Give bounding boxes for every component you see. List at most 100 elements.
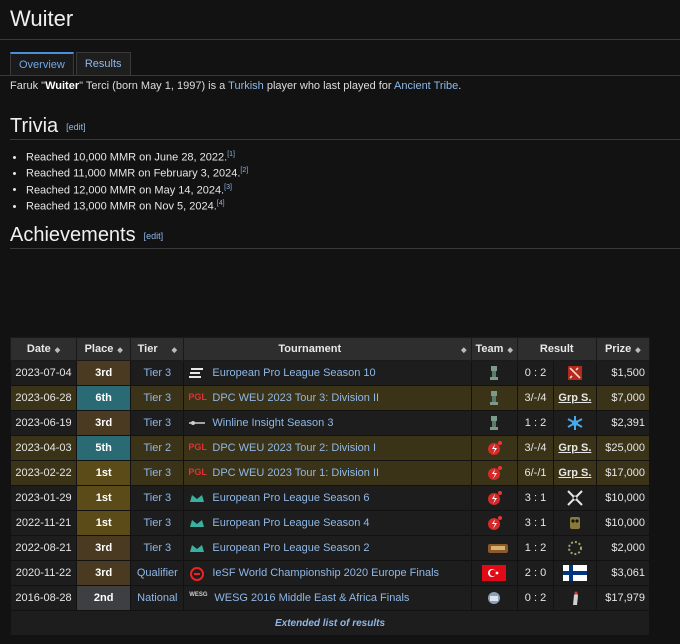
tournament-link[interactable]: DPC WEU 2023 Tour 3: Division II bbox=[212, 392, 379, 404]
trivia-item: Reached 11,000 MMR on February 3, 2024.[… bbox=[26, 163, 248, 181]
tournament-link[interactable]: DPC WEU 2023 Tour 1: Division II bbox=[212, 467, 379, 479]
trivia-heading: Trivia [edit] bbox=[10, 115, 86, 138]
table-row: 2023-07-04 3rd Tier 3 European Pro Leagu… bbox=[9, 360, 651, 386]
group-stage-link[interactable]: Grp S. bbox=[558, 392, 591, 404]
knight-team-icon[interactable] bbox=[566, 590, 584, 606]
snowflake-team-icon[interactable] bbox=[566, 415, 584, 431]
ancient-tribe-team-icon[interactable] bbox=[487, 390, 501, 406]
cell-tournament: PGL DPC WEU 2023 Tour 1: Division II bbox=[183, 460, 472, 486]
column-header-result[interactable]: Result bbox=[516, 337, 597, 361]
sort-icon[interactable]: ◆ bbox=[507, 347, 512, 354]
cell-tier[interactable]: Tier 3 bbox=[130, 385, 185, 411]
bolt-team-icon[interactable] bbox=[487, 515, 503, 531]
cell-tier[interactable]: Tier 3 bbox=[130, 535, 185, 561]
cell-place: 2nd bbox=[76, 585, 132, 611]
cell-tier[interactable]: Tier 3 bbox=[130, 360, 185, 386]
column-header-tier[interactable]: Tier ◆ bbox=[130, 337, 185, 361]
trivia-text: Reached 10,000 MMR on June 28, 2022. bbox=[26, 151, 228, 164]
epl-crown-logo-icon bbox=[188, 542, 206, 554]
ancient-tribe-team-icon[interactable] bbox=[487, 365, 501, 381]
cell-score: 3/-/4 bbox=[516, 385, 555, 411]
tournament-link[interactable]: WESG 2016 Middle East & Africa Finals bbox=[214, 592, 409, 604]
achievements-edit-link[interactable]: edit bbox=[146, 231, 161, 241]
dota-logo-icon[interactable] bbox=[566, 365, 584, 381]
table-row: 2023-06-19 3rd Tier 3 Winline Insight Se… bbox=[9, 410, 651, 436]
achievements-divider bbox=[10, 248, 680, 249]
tab-results[interactable]: Results bbox=[75, 52, 131, 76]
bolt-team-icon[interactable] bbox=[487, 465, 503, 481]
table-row: 2023-06-28 6th Tier 3 PGL DPC WEU 2023 To… bbox=[9, 385, 651, 411]
tournament-link[interactable]: European Pro League Season 6 bbox=[212, 492, 369, 504]
nationality-link[interactable]: Turkish bbox=[228, 80, 264, 92]
column-label: Result bbox=[539, 343, 574, 355]
iesf-logo-icon bbox=[188, 567, 206, 582]
sort-icon[interactable]: ◆ bbox=[172, 347, 177, 354]
team-link[interactable]: Ancient Tribe bbox=[394, 80, 458, 92]
hydra-team-icon[interactable] bbox=[487, 540, 509, 556]
cell-date: 2020-11-22 bbox=[9, 560, 78, 586]
cell-tier[interactable]: Qualifier bbox=[130, 560, 185, 586]
trivia-text: Reached 11,000 MMR on February 3, 2024. bbox=[26, 168, 241, 181]
bolt-team-icon[interactable] bbox=[487, 440, 503, 456]
cell-team bbox=[470, 435, 518, 461]
tournament-link[interactable]: European Pro League Season 10 bbox=[212, 367, 375, 379]
bolt-team-icon[interactable] bbox=[487, 490, 503, 506]
cell-tier[interactable]: Tier 2 bbox=[130, 435, 185, 461]
cell-place: 3rd bbox=[76, 360, 132, 386]
ancient-tribe-team-icon[interactable] bbox=[487, 415, 501, 431]
cell-opponent: Grp S. bbox=[553, 460, 597, 486]
turkey-flag-icon[interactable] bbox=[482, 565, 507, 581]
tournament-link[interactable]: IeSF World Championship 2020 Europe Fina… bbox=[212, 567, 439, 579]
owl-team-icon[interactable] bbox=[566, 515, 584, 531]
cell-place: 1st bbox=[76, 460, 132, 486]
column-header-tournament[interactable]: Tournament ◆ bbox=[183, 337, 472, 361]
trivia-item: Reached 13,000 MMR on Nov 5, 2024.[4] bbox=[26, 196, 248, 213]
table-row: 2022-08-21 3rd Tier 3 European Pro Leagu… bbox=[9, 535, 651, 561]
reference-link[interactable]: [2] bbox=[240, 167, 248, 174]
tabs-divider bbox=[0, 75, 680, 76]
column-header-team[interactable]: Team ◆ bbox=[470, 337, 518, 361]
group-stage-link[interactable]: Grp S. bbox=[558, 467, 591, 479]
reference-link[interactable]: [3] bbox=[224, 184, 232, 191]
cell-tier[interactable]: Tier 3 bbox=[130, 410, 185, 436]
cell-place: 6th bbox=[76, 385, 132, 411]
crossed-swords-team-icon[interactable] bbox=[566, 490, 584, 506]
tournament-link[interactable]: DPC WEU 2023 Tour 2: Division I bbox=[212, 442, 376, 454]
column-header-prize[interactable]: Prize ◆ bbox=[595, 337, 651, 361]
cell-team bbox=[470, 585, 518, 611]
tab-overview[interactable]: Overview bbox=[10, 52, 74, 76]
table-row: 2023-02-22 1st Tier 3 PGL DPC WEU 2023 To… bbox=[9, 460, 651, 486]
cell-tier[interactable]: Tier 3 bbox=[130, 485, 185, 511]
cell-tournament: Winline Insight Season 3 bbox=[183, 410, 472, 436]
tournament-link[interactable]: Winline Insight Season 3 bbox=[212, 417, 333, 429]
sort-icon[interactable]: ◆ bbox=[461, 347, 466, 354]
sort-icon[interactable]: ◆ bbox=[55, 347, 60, 354]
column-header-place[interactable]: Place ◆ bbox=[76, 337, 132, 361]
cell-place: 3rd bbox=[76, 535, 132, 561]
national-team-icon[interactable] bbox=[484, 590, 504, 606]
group-stage-link[interactable]: Grp S. bbox=[558, 442, 591, 454]
sort-icon[interactable]: ◆ bbox=[635, 347, 640, 354]
sort-icon[interactable]: ◆ bbox=[117, 347, 122, 354]
cell-opponent bbox=[553, 560, 597, 586]
extended-results-link[interactable]: Extended list of results bbox=[10, 610, 650, 636]
column-header-date[interactable]: Date ◆ bbox=[9, 337, 78, 361]
dotted-ring-team-icon[interactable] bbox=[566, 540, 584, 556]
trivia-item: Reached 10,000 MMR on June 28, 2022.[1] bbox=[26, 147, 248, 164]
reference-link[interactable]: [1] bbox=[227, 151, 235, 158]
table-row: 2023-01-29 1st Tier 3 European Pro Leagu… bbox=[9, 485, 651, 511]
cell-prize: $17,979 bbox=[595, 585, 651, 611]
cell-tier[interactable]: Tier 3 bbox=[130, 510, 185, 536]
tournament-link[interactable]: European Pro League Season 4 bbox=[212, 517, 369, 529]
reference-link[interactable]: [4] bbox=[217, 200, 225, 207]
cell-tier[interactable]: Tier 3 bbox=[130, 460, 185, 486]
cell-tier[interactable]: National bbox=[130, 585, 185, 611]
cell-team bbox=[470, 460, 518, 486]
trivia-edit-link[interactable]: [edit] bbox=[66, 122, 86, 132]
tournament-link[interactable]: European Pro League Season 2 bbox=[212, 542, 369, 554]
achievements-heading: Achievements [edit] bbox=[10, 224, 163, 247]
cell-opponent: Grp S. bbox=[553, 435, 597, 461]
finland-flag-icon[interactable] bbox=[562, 565, 587, 581]
page-title: Wuiter bbox=[10, 6, 74, 31]
cell-score: 0 : 2 bbox=[516, 360, 555, 386]
